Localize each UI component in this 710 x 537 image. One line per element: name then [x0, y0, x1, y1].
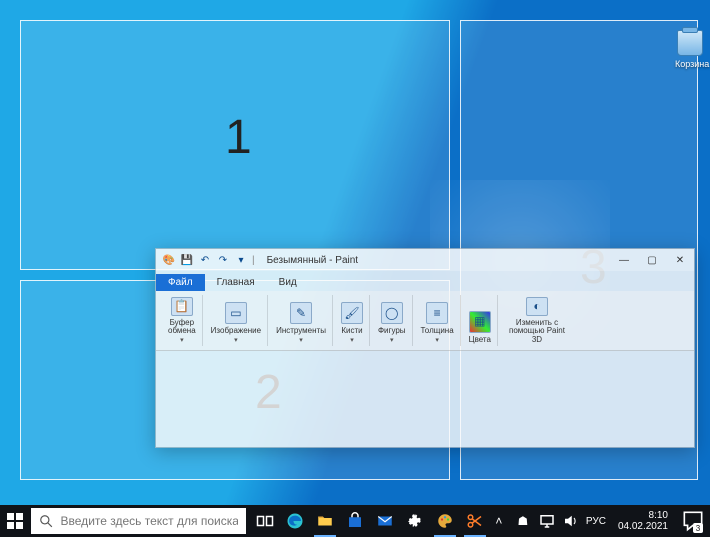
- clock-date: 04.02.2021: [618, 521, 668, 533]
- tab-file[interactable]: Файл: [156, 274, 205, 291]
- brush-icon: 🖌: [341, 302, 363, 324]
- chevron-down-icon: ▾: [390, 337, 394, 344]
- store-app[interactable]: [340, 505, 370, 537]
- ribbon-size[interactable]: ≡ Толщина ▾: [415, 295, 461, 346]
- ribbon-paint3d[interactable]: ◐ Изменить спомощью Paint 3D: [500, 295, 574, 346]
- select-icon: ▭: [225, 302, 247, 324]
- snip-app[interactable]: [460, 505, 490, 537]
- notification-badge: 3: [693, 523, 703, 533]
- chevron-down-icon: ▾: [350, 337, 354, 344]
- paint-titlebar[interactable]: 🎨 💾 ↶ ↷ ▾ | Безымянный - Paint — ▢ ✕: [156, 249, 694, 271]
- task-view-icon: [256, 512, 274, 530]
- windows-logo-icon: [7, 513, 23, 529]
- edge-icon: [286, 512, 304, 530]
- paint-ribbon: 📋 Буферобмена ▾ ▭ Изображение ▾ ✎ Инстру…: [156, 291, 694, 351]
- colors-icon: ▦: [469, 311, 491, 333]
- paint-canvas[interactable]: [156, 351, 694, 447]
- mail-icon: [376, 512, 394, 530]
- line-weight-icon: ≡: [426, 302, 448, 324]
- pencil-icon: ✎: [290, 302, 312, 324]
- paint-ribbon-tabs: Файл Главная Вид: [156, 271, 694, 291]
- search-input[interactable]: [61, 514, 238, 528]
- store-icon: [346, 512, 364, 530]
- mail-app[interactable]: [370, 505, 400, 537]
- tray-overflow-button[interactable]: ˄: [490, 512, 508, 530]
- edge-app[interactable]: [280, 505, 310, 537]
- start-button[interactable]: [0, 505, 31, 537]
- speaker-icon: [562, 512, 580, 530]
- clock-time: 8:10: [618, 510, 668, 522]
- ribbon-clipboard[interactable]: 📋 Буферобмена ▾: [162, 295, 203, 346]
- gear-icon: [406, 512, 424, 530]
- desktop: 1 2 3 Корзина 🎨 💾 ↶ ↷ ▾ | Безымянный - P…: [0, 0, 710, 537]
- minimize-button[interactable]: —: [610, 249, 638, 271]
- network-icon[interactable]: [538, 512, 556, 530]
- qat-undo-icon[interactable]: ↶: [198, 253, 212, 267]
- zone-label-1: 1: [225, 110, 252, 165]
- system-tray: ˄ ☗ РУС 8:10 04.02.2021 3: [490, 505, 710, 537]
- language-indicator[interactable]: РУС: [586, 512, 606, 530]
- ribbon-colors[interactable]: ▦ Цвета: [463, 295, 498, 346]
- palette-icon: [436, 512, 454, 530]
- chevron-down-icon: ▾: [234, 337, 238, 344]
- search-icon: [39, 514, 53, 528]
- maximize-button[interactable]: ▢: [638, 249, 666, 271]
- folder-icon: [316, 512, 334, 530]
- paint-window[interactable]: 🎨 💾 ↶ ↷ ▾ | Безымянный - Paint — ▢ ✕ Фай…: [155, 248, 695, 448]
- settings-app[interactable]: [400, 505, 430, 537]
- recycle-bin[interactable]: Корзина: [675, 30, 705, 69]
- ribbon-image[interactable]: ▭ Изображение ▾: [205, 295, 268, 346]
- qat-redo-icon[interactable]: ↷: [216, 253, 230, 267]
- scissors-icon: [466, 512, 484, 530]
- recycle-bin-label: Корзина: [675, 59, 705, 69]
- ribbon-shapes[interactable]: ◯ Фигуры ▾: [372, 295, 413, 346]
- chevron-down-icon: ▾: [435, 337, 439, 344]
- chevron-down-icon: ▾: [299, 337, 303, 344]
- volume-icon[interactable]: [562, 512, 580, 530]
- paint-title-text: Безымянный - Paint: [267, 255, 358, 266]
- monitor-icon: [538, 512, 556, 530]
- tab-home[interactable]: Главная: [205, 274, 267, 291]
- qat-customize-icon[interactable]: ▾: [234, 253, 248, 267]
- clipboard-icon: 📋: [171, 297, 193, 316]
- qat-save-icon[interactable]: 💾: [180, 253, 194, 267]
- chevron-down-icon: ▾: [180, 337, 184, 344]
- ribbon-brushes[interactable]: 🖌 Кисти ▾: [335, 295, 370, 346]
- action-center-button[interactable]: 3: [680, 505, 706, 537]
- task-view-button[interactable]: [250, 505, 280, 537]
- paint-app[interactable]: [430, 505, 460, 537]
- paint-app-icon: 🎨: [162, 253, 176, 267]
- taskbar-clock[interactable]: 8:10 04.02.2021: [612, 510, 674, 533]
- ribbon-tools[interactable]: ✎ Инструменты ▾: [270, 295, 333, 346]
- recycle-bin-icon: [677, 30, 703, 56]
- security-icon[interactable]: ☗: [514, 512, 532, 530]
- paint3d-icon: ◐: [526, 297, 548, 316]
- explorer-app[interactable]: [310, 505, 340, 537]
- taskbar-pinned-apps: [250, 505, 490, 537]
- taskbar: ˄ ☗ РУС 8:10 04.02.2021 3: [0, 505, 710, 537]
- close-button[interactable]: ✕: [666, 249, 694, 271]
- shapes-icon: ◯: [381, 302, 403, 324]
- tab-view[interactable]: Вид: [267, 274, 309, 291]
- taskbar-search[interactable]: [31, 508, 246, 534]
